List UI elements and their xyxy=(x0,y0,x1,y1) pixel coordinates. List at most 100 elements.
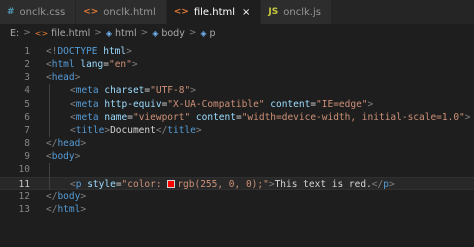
code-token: > xyxy=(367,98,374,110)
code-line[interactable]: 2 <html lang="en"> xyxy=(0,58,474,71)
code-token: > xyxy=(80,190,87,202)
code-token: > xyxy=(80,203,87,215)
line-number: 7 xyxy=(24,124,30,136)
code-text: <meta name="viewport" content="width=dev… xyxy=(70,111,471,124)
line-number: 6 xyxy=(24,111,30,123)
breadcrumb-file[interactable]: file.html xyxy=(51,28,90,39)
code-line[interactable]: 6 <meta name="viewport" content="width=de… xyxy=(0,111,474,124)
code-token: charset xyxy=(104,85,145,97)
code-line[interactable]: 10 xyxy=(0,163,474,176)
code-line[interactable]: 11 <p style="color: rgb(255, 0, 0);">This… xyxy=(0,176,474,190)
code-text: <head> xyxy=(46,71,80,84)
code-token: Document xyxy=(110,124,156,136)
code-token: <! xyxy=(46,46,58,57)
code-token: "color: xyxy=(121,178,168,190)
color-swatch-icon[interactable] xyxy=(167,179,176,188)
code-token: meta xyxy=(75,85,99,97)
line-number: 4 xyxy=(24,85,30,97)
tab-onclk-css[interactable]: # onclk.css xyxy=(0,0,77,24)
code-token: </ xyxy=(46,203,58,215)
code-line[interactable]: 13 </html> xyxy=(0,203,474,216)
code-text: <meta charset="UTF-8"> xyxy=(70,84,196,97)
line-number: 3 xyxy=(24,72,30,84)
code-line[interactable]: 1 <!DOCTYPE html> xyxy=(0,45,474,58)
tab-onclk-js[interactable]: JS onclk.js xyxy=(261,0,332,24)
code-token: > xyxy=(74,151,81,163)
code-line[interactable]: 3 <head> xyxy=(0,71,474,84)
indent-guide xyxy=(49,84,50,138)
code-token: > xyxy=(190,85,196,97)
code-text: </head> xyxy=(46,137,86,150)
close-icon[interactable]: × xyxy=(242,7,250,18)
code-text: </html> xyxy=(46,203,86,216)
code-token: > xyxy=(195,124,202,136)
chevron-right-icon: > xyxy=(140,28,149,38)
breadcrumb-drive[interactable]: E: xyxy=(10,28,19,39)
tab-label: onclk.html xyxy=(103,6,156,18)
code-token: html xyxy=(57,203,81,215)
line-number: 11 xyxy=(18,178,30,190)
code-token: > xyxy=(388,178,395,190)
line-number: 10 xyxy=(18,164,30,176)
code-line[interactable]: 8 </head> xyxy=(0,137,474,150)
code-text: <body> xyxy=(46,150,80,163)
code-token: rgb(255, 0, 0);" xyxy=(177,178,269,190)
code-token: "UTF-8" xyxy=(150,85,191,97)
indent-guide xyxy=(49,163,50,190)
line-number: 5 xyxy=(24,98,30,110)
html-file-icon: <> xyxy=(173,7,189,17)
code-token: style xyxy=(87,178,116,190)
css-file-icon: # xyxy=(7,7,15,17)
code-token: content xyxy=(195,111,236,123)
code-text: <title>Document</title> xyxy=(70,124,202,137)
code-token: head xyxy=(57,138,81,150)
chevron-right-icon: > xyxy=(23,28,31,38)
html-file-icon: <> xyxy=(83,7,99,17)
code-editor[interactable]: 1 <!DOCTYPE html> 2 <html lang="en"> 3 <head>… xyxy=(0,43,474,247)
element-icon: ◈ xyxy=(105,28,112,38)
code-token: > xyxy=(464,111,471,123)
code-token: content xyxy=(270,98,311,110)
line-number: 8 xyxy=(24,138,30,150)
code-token: DOCTYPE xyxy=(57,46,98,57)
line-number: 2 xyxy=(24,59,30,71)
code-token: head xyxy=(51,72,75,84)
tab-label: onclk.js xyxy=(283,6,321,18)
tab-file-html[interactable]: <> file.html × xyxy=(166,0,262,24)
code-token: "en" xyxy=(108,59,132,71)
breadcrumb-html[interactable]: html xyxy=(115,28,137,39)
code-token: body xyxy=(57,190,81,202)
element-icon: ◈ xyxy=(200,28,207,38)
js-file-icon: JS xyxy=(268,7,279,17)
code-token: meta xyxy=(75,98,99,110)
code-text: <!DOCTYPE html> xyxy=(46,45,132,58)
code-token: > xyxy=(74,72,81,84)
breadcrumb-body[interactable]: body xyxy=(161,28,185,39)
line-number: 1 xyxy=(24,46,30,57)
chevron-right-icon: > xyxy=(94,28,102,38)
code-token: html xyxy=(103,46,127,57)
element-icon: ◈ xyxy=(152,28,159,38)
code-text: <html lang="en"> xyxy=(46,58,138,71)
code-line[interactable]: 7 <title>Document</title> xyxy=(0,124,474,137)
code-line[interactable]: 9 <body> xyxy=(0,150,474,163)
code-token: body xyxy=(51,151,75,163)
code-text: </body> xyxy=(46,190,86,203)
code-line[interactable]: 12 </body> xyxy=(0,190,474,203)
code-line[interactable]: 5 <meta http-equiv="X-UA-Compatible" cont… xyxy=(0,98,474,111)
code-token: lang xyxy=(80,59,104,71)
breadcrumb-p[interactable]: p xyxy=(210,28,216,39)
code-token: "IE=edge" xyxy=(316,98,368,110)
code-token: > xyxy=(80,138,87,150)
code-line[interactable]: 4 <meta charset="UTF-8"> xyxy=(0,84,474,97)
code-token: "X-UA-Compatible" xyxy=(167,98,265,110)
code-token: > xyxy=(131,59,138,71)
breadcrumb: E: > <> file.html > ◈ html > ◈ body > ◈ … xyxy=(0,24,474,42)
tab-label: file.html xyxy=(193,6,236,18)
code-token: </ xyxy=(155,124,168,136)
code-token: title xyxy=(167,124,196,136)
html-file-icon: <> xyxy=(34,28,49,38)
code-token: http-equiv xyxy=(104,98,162,110)
line-number: 13 xyxy=(18,203,30,215)
tab-onclk-html[interactable]: <> onclk.html xyxy=(76,0,167,24)
